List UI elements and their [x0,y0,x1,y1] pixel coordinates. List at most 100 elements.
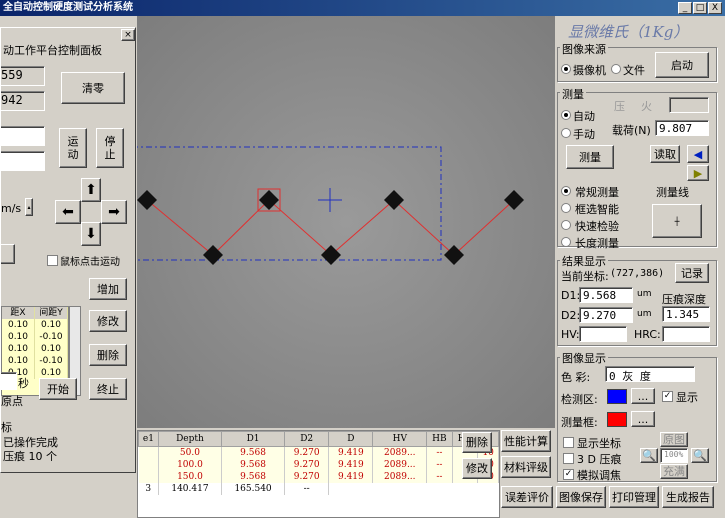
up-arrow-icon[interactable]: ⬆ [81,178,101,202]
table-row[interactable]: 150.09.5689.2709.4192089...----10 [138,470,499,483]
file-radio[interactable] [611,64,621,74]
press-select[interactable] [669,97,709,113]
speed-field-1[interactable] [1,126,45,146]
column-header[interactable]: Depth [157,431,223,447]
spacing-cell: -0.10 [35,331,68,343]
sim-focus-checkbox[interactable]: ✓ [563,469,574,480]
image-viewer[interactable] [137,16,555,428]
camera-radio[interactable] [561,64,571,74]
camera-label: 摄像机 [573,64,606,77]
zoom-out-icon[interactable]: 🔍 [640,448,658,463]
modify-button[interactable]: 修改 [89,310,127,332]
frame-color-swatch[interactable] [607,412,627,427]
measure-button[interactable]: 测量 [566,145,614,169]
print-manage-button[interactable]: 打印管理 [609,486,659,508]
detect-color-button[interactable]: ... [631,388,655,404]
spacing-col-header: 距X [2,307,35,319]
auto-radio[interactable] [561,110,571,120]
three-d-checkbox[interactable] [563,453,574,464]
zoom-in-icon[interactable]: 🔍 [691,448,709,463]
table-cell: 50.0 [158,446,223,459]
left-move-icon[interactable]: ⬅ [55,200,81,224]
coord-value: (727,386) [610,268,665,279]
panel-title: 动工作平台控制面板 [3,44,102,57]
report-button[interactable]: 生成报告 [662,486,714,508]
column-header[interactable]: e1 [138,431,159,447]
panel-close-button[interactable]: × [121,29,135,41]
hv-field[interactable] [579,326,627,342]
color-select[interactable]: 0 灰 度 [605,366,695,382]
measure-line-control[interactable]: ┼ [652,204,702,238]
close-button[interactable]: X [708,2,722,14]
mode-radio[interactable] [561,220,571,230]
d1-field[interactable]: 9.568 [579,287,633,303]
delete-button[interactable]: 删除 [89,344,127,366]
speed-spinner[interactable]: ▴ [25,198,33,216]
d2-field[interactable]: 9.270 [579,307,633,323]
spacing-row[interactable]: 0.10 0.10 [2,319,68,331]
start-run-button[interactable]: 开始 [39,378,77,400]
load-select[interactable]: 9.807 [655,120,709,136]
mode-radio[interactable] [561,203,571,213]
results-table[interactable]: e1DepthD1D2DHVHBHKH 50.09.5689.2709.4192… [137,430,500,518]
hv-label: HV: [561,328,580,341]
column-header[interactable]: D [328,431,374,447]
mode-radio[interactable] [561,237,571,247]
detect-color-swatch[interactable] [607,389,627,404]
record-button[interactable]: 记录 [675,263,709,283]
left-arrow-icon[interactable]: ◀ [687,145,709,163]
read-button[interactable]: 读取 [650,145,680,163]
mouse-move-checkbox[interactable] [47,255,58,266]
show-coord-checkbox[interactable] [563,437,574,448]
table-cell: 9.270 [284,470,330,483]
table-row[interactable]: 100.09.5689.2709.4192089...----10 [138,458,499,471]
depth-field[interactable]: 1.345 [662,306,710,322]
speed-field-2[interactable] [1,151,45,171]
error-eval-button[interactable]: 误差评价 [501,486,553,508]
fill-button[interactable]: 充满 [660,464,688,479]
save-image-button[interactable]: 图像保存 [556,486,606,508]
add-button[interactable]: 增加 [89,278,127,300]
mode-radio[interactable] [561,186,571,196]
table-row[interactable]: 3 140.417 165.540 -- [138,482,499,495]
column-header[interactable]: D2 [284,431,330,447]
column-header[interactable]: HB [426,431,453,447]
modify-record-button[interactable]: 修改 [462,458,492,479]
zoom-field[interactable]: 100% [660,448,688,463]
spacing-cell: 0.10 [2,343,35,355]
hrc-field[interactable] [662,326,710,342]
spacing-row[interactable]: 0.10 0.10 [2,343,68,355]
delete-record-button[interactable]: 删除 [462,432,492,453]
mouse-move-label: 鼠标点击运动 [60,257,120,268]
right-arrow-icon[interactable]: ▶ [687,165,709,181]
stop-button[interactable]: 停 止 [96,128,124,168]
detect-area-label: 检测区: [561,393,598,406]
spacing-row[interactable]: 0.10 -0.10 [2,355,68,367]
small-button[interactable] [1,244,15,264]
measure-line-label: 测量线 [656,186,689,199]
minimize-button[interactable]: _ [678,2,692,14]
load-label: 载荷(N) [612,124,651,137]
manual-radio[interactable] [561,128,571,138]
spacing-cell: 0.10 [2,319,35,331]
maximize-button[interactable]: □ [693,2,707,14]
table-cell: 9.419 [328,470,374,483]
show-checkbox[interactable]: ✓ [662,391,673,402]
material-grade-button[interactable]: 材料评级 [501,456,551,478]
frame-color-button[interactable]: ... [631,411,655,427]
speed-unit: m/s [1,202,22,215]
down-arrow-icon[interactable]: ⬇ [81,222,101,246]
right-move-icon[interactable]: ➡ [101,200,127,224]
spacing-row[interactable]: 0.10 -0.10 [2,331,68,343]
move-button[interactable]: 运 动 [59,128,87,168]
column-header[interactable]: D1 [220,431,286,447]
interval-field[interactable] [1,372,17,390]
original-image-button[interactable]: 原图 [660,432,688,447]
platform-control-panel[interactable]: × 动工作平台控制面板 559 942 清零 运 动 停 止 m/s ▴ ⬆ ⬅… [0,27,136,473]
perf-calc-button[interactable]: 性能计算 [501,430,551,452]
table-row[interactable]: 50.09.5689.2709.4192089...----10 [138,446,499,459]
clear-button[interactable]: 清零 [61,72,125,104]
column-header[interactable]: HV [372,431,428,447]
start-button[interactable]: 启动 [655,52,709,78]
end-button[interactable]: 终止 [89,378,127,400]
